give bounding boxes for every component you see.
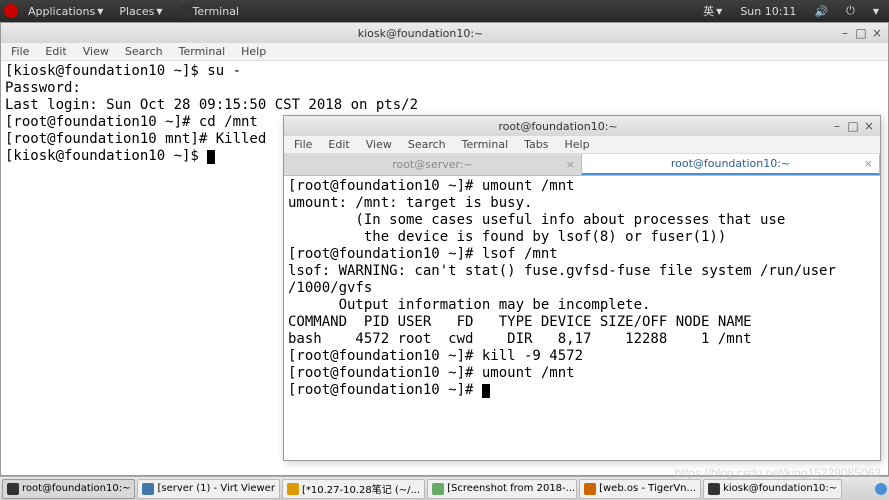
maximize-button[interactable]: □ xyxy=(846,119,860,133)
close-button[interactable]: × xyxy=(870,26,884,40)
menu-search[interactable]: Search xyxy=(119,44,169,59)
bg-menubar: File Edit View Search Terminal Help xyxy=(1,43,888,61)
menu-help[interactable]: Help xyxy=(235,44,272,59)
tab-label: root@foundation10:~ xyxy=(671,157,790,170)
terminal-icon xyxy=(7,483,19,495)
menu-edit[interactable]: Edit xyxy=(39,44,72,59)
virtviewer-icon xyxy=(142,483,154,495)
menu-view[interactable]: View xyxy=(360,137,398,152)
ime-label: 英 xyxy=(703,3,714,19)
fg-titlebar[interactable]: root@foundation10:~ – □ × xyxy=(284,116,880,136)
menu-terminal[interactable]: Terminal xyxy=(456,137,515,152)
menu-terminal[interactable]: Terminal xyxy=(173,44,232,59)
volume-icon[interactable]: 🔊 xyxy=(808,3,834,20)
close-icon[interactable]: × xyxy=(566,158,575,171)
document-icon xyxy=(287,483,299,495)
terminal-icon xyxy=(179,5,191,17)
menu-tabs[interactable]: Tabs xyxy=(518,137,554,152)
applications-label: Applications xyxy=(28,5,95,18)
chevron-down-icon: ▼ xyxy=(156,7,162,16)
task-label: [*10.27-10.28笔记 (~/... xyxy=(302,481,420,496)
task-label: root@foundation10:~ xyxy=(22,483,130,494)
task-item-virtviewer[interactable]: [server (1) - Virt Viewer xyxy=(137,479,279,499)
task-item-terminal2[interactable]: kiosk@foundation10:~ xyxy=(703,479,842,499)
task-label: [web.os - TigerVn... xyxy=(599,483,696,494)
top-right-status: 英 ▼ Sun 10:11 🔊 ⏻ ▼ xyxy=(697,1,885,21)
menu-file[interactable]: File xyxy=(288,137,318,152)
applications-menu[interactable]: Applications ▼ xyxy=(22,3,109,20)
image-icon xyxy=(432,483,444,495)
minimize-button[interactable]: – xyxy=(830,119,844,133)
menu-file[interactable]: File xyxy=(5,44,35,59)
chevron-down-icon: ▼ xyxy=(716,7,722,16)
task-label: [Screenshot from 2018-... xyxy=(447,483,575,494)
fg-terminal-window[interactable]: root@foundation10:~ – □ × File Edit View… xyxy=(283,115,881,461)
top-left-menus: Applications ▼ Places ▼ Terminal xyxy=(4,3,245,20)
task-item-screenshot[interactable]: [Screenshot from 2018-... xyxy=(427,479,577,499)
fg-terminal-body[interactable]: [root@foundation10 ~]# umount /mnt umoun… xyxy=(284,176,880,460)
minimize-button[interactable]: – xyxy=(838,26,852,40)
task-label: kiosk@foundation10:~ xyxy=(723,483,837,494)
menu-edit[interactable]: Edit xyxy=(322,137,355,152)
tab-server[interactable]: root@server:~ × xyxy=(284,154,582,175)
menu-help[interactable]: Help xyxy=(559,137,596,152)
task-label: [server (1) - Virt Viewer xyxy=(157,483,274,494)
fg-title: root@foundation10:~ xyxy=(288,120,828,133)
redhat-icon xyxy=(4,4,18,18)
menu-search[interactable]: Search xyxy=(402,137,452,152)
bg-title: kiosk@foundation10:~ xyxy=(5,27,836,40)
menu-view[interactable]: View xyxy=(77,44,115,59)
tab-foundation10[interactable]: root@foundation10:~ × xyxy=(582,154,880,175)
gnome-top-panel: Applications ▼ Places ▼ Terminal 英 ▼ Sun… xyxy=(0,0,889,22)
terminal-label: Terminal xyxy=(193,5,240,18)
task-item-terminal1[interactable]: root@foundation10:~ xyxy=(2,479,135,499)
fg-tabbar: root@server:~ × root@foundation10:~ × xyxy=(284,154,880,176)
workspace-switcher[interactable] xyxy=(875,483,887,495)
close-button[interactable]: × xyxy=(862,119,876,133)
cursor-icon xyxy=(207,150,215,164)
bg-titlebar[interactable]: kiosk@foundation10:~ – □ × xyxy=(1,23,888,43)
task-item-notes[interactable]: [*10.27-10.28笔记 (~/... xyxy=(282,479,425,499)
chevron-down-icon: ▼ xyxy=(873,7,879,16)
cursor-icon xyxy=(482,384,490,398)
close-icon[interactable]: × xyxy=(864,157,873,170)
user-menu-caret[interactable]: ▼ xyxy=(867,5,885,18)
gnome-bottom-panel: root@foundation10:~ [server (1) - Virt V… xyxy=(0,476,889,500)
chevron-down-icon: ▼ xyxy=(97,7,103,16)
fg-terminal-text: [root@foundation10 ~]# umount /mnt umoun… xyxy=(288,178,836,398)
vnc-icon xyxy=(584,483,596,495)
places-menu[interactable]: Places ▼ xyxy=(113,3,168,20)
places-label: Places xyxy=(119,5,154,18)
fg-menubar: File Edit View Search Terminal Tabs Help xyxy=(284,136,880,154)
top-terminal-item[interactable]: Terminal xyxy=(173,3,246,20)
task-item-tigervnc[interactable]: [web.os - TigerVn... xyxy=(579,479,701,499)
clock[interactable]: Sun 10:11 xyxy=(734,3,802,20)
ime-indicator[interactable]: 英 ▼ xyxy=(697,1,728,21)
maximize-button[interactable]: □ xyxy=(854,26,868,40)
tab-label: root@server:~ xyxy=(392,158,473,171)
power-icon[interactable]: ⏻ xyxy=(840,2,861,20)
terminal-icon xyxy=(708,483,720,495)
